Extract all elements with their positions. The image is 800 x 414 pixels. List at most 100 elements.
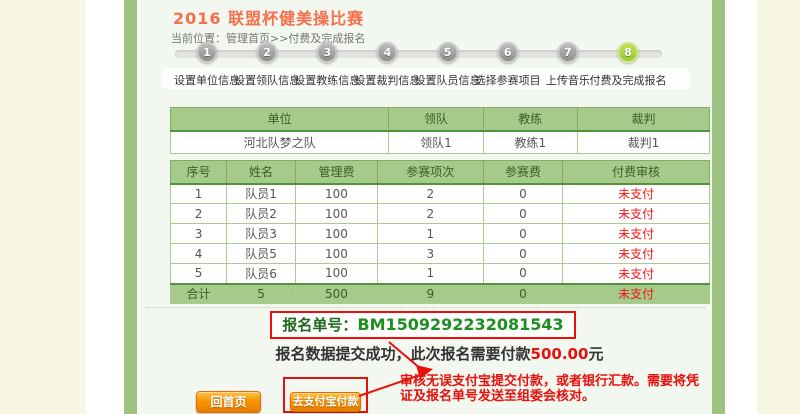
- table-cell: 队员1: [227, 184, 296, 204]
- table-cell: 0: [483, 284, 563, 304]
- step-label: 设置教练信息: [294, 72, 360, 88]
- table-cell: 100: [296, 204, 378, 224]
- step-circle-3: 3: [317, 42, 338, 63]
- table-cell: 500: [296, 284, 378, 304]
- table-row: 3队员310010未支付: [171, 224, 710, 244]
- table-cell: 3: [377, 244, 483, 264]
- table-row: 4队员510030未支付: [171, 244, 710, 264]
- step-label: 设置领队信息: [234, 72, 300, 88]
- step-5: 5 设置队员信息: [417, 41, 479, 89]
- step-4: 4 设置裁判信息: [356, 41, 418, 89]
- table-cell: 2: [377, 204, 483, 224]
- step-3: 3 设置教练信息: [296, 41, 358, 89]
- annotation-line-2: 证及报名单号发送至组委会核对。: [400, 389, 715, 404]
- table-cell: 2: [377, 184, 483, 204]
- header-row: 单位领队教练裁判: [171, 108, 710, 131]
- table-cell: 1: [377, 224, 483, 244]
- step-circle-2: 2: [257, 42, 278, 63]
- step-6: 6 选择参赛项目: [477, 41, 539, 89]
- submit-success-message: 报名数据提交成功，此次报名需要付款500.00元: [137, 343, 712, 364]
- table-row: 5队员610010未支付: [171, 264, 710, 284]
- message-suffix: 元: [588, 345, 603, 363]
- header-row: 序号姓名管理费参赛项次参赛费付费审核: [171, 161, 710, 184]
- table-cell: 未支付: [563, 204, 710, 224]
- table-cell: 未支付: [563, 184, 710, 204]
- table-cell: 1: [171, 184, 227, 204]
- table-cell: 0: [483, 264, 563, 284]
- table-cell: 5: [171, 264, 227, 284]
- table-cell: 5: [227, 284, 296, 304]
- total-row: 合计550090未支付: [171, 284, 710, 304]
- table-cell: 100: [296, 224, 378, 244]
- step-circle-8: 8: [617, 42, 638, 63]
- step-label: 付费及完成报名: [589, 72, 666, 88]
- registration-number-value: BM1509292232081543: [357, 315, 563, 334]
- table-cell: 领队1: [389, 131, 483, 154]
- annotation-line-1: 审核无误支付宝提交付款，或者银行汇款。需要将凭: [400, 374, 715, 389]
- content-area: 2016 联盟杯健美操比赛 当前位置：管理首页>>付费及完成报名 1设置单位信息…: [137, 0, 712, 414]
- team-info-table: 单位领队教练裁判河北队梦之队领队1教练1裁判1: [170, 107, 710, 154]
- table-row: 1队员110020未支付: [171, 184, 710, 204]
- column-header: 姓名: [227, 161, 296, 184]
- step-1: 1 设置单位信息: [176, 41, 238, 89]
- page-title: 2016 联盟杯健美操比赛: [173, 5, 364, 29]
- table-cell: 队员2: [227, 204, 296, 224]
- fee-table: 序号姓名管理费参赛项次参赛费付费审核1队员110020未支付2队员210020未…: [170, 160, 710, 304]
- step-2: 2 设置领队信息: [236, 41, 298, 89]
- home-button[interactable]: 回首页: [196, 391, 261, 413]
- table-cell: 0: [483, 224, 563, 244]
- step-circle-4: 4: [377, 42, 398, 63]
- step-label: 设置裁判信息: [354, 72, 420, 88]
- step-label: 设置队员信息: [415, 72, 481, 88]
- step-8: 8付费及完成报名: [597, 41, 659, 89]
- registration-number-label: 报名单号：: [282, 316, 357, 334]
- table-cell: 教练1: [483, 131, 577, 154]
- table-cell: 合计: [171, 284, 227, 304]
- table-row: 河北队梦之队领队1教练1裁判1: [171, 131, 710, 154]
- table-cell: 未支付: [563, 224, 710, 244]
- table-cell: 100: [296, 184, 378, 204]
- content-frame: 2016 联盟杯健美操比赛 当前位置：管理首页>>付费及完成报名 1设置单位信息…: [124, 0, 725, 414]
- table-cell: 0: [483, 204, 563, 224]
- dotted-separator: [145, 307, 705, 308]
- table-cell: 100: [296, 264, 378, 284]
- table-cell: 9: [377, 284, 483, 304]
- table-cell: 裁判1: [577, 131, 709, 154]
- payment-amount: 500.00: [531, 345, 589, 363]
- step-circle-1: 1: [197, 42, 218, 63]
- table-cell: 4: [171, 244, 227, 264]
- table-cell: 队员3: [227, 224, 296, 244]
- step-circle-7: 7: [557, 42, 578, 63]
- table-cell: 0: [483, 244, 563, 264]
- message-prefix: 报名数据提交成功，此次报名需要付款: [276, 345, 531, 363]
- column-header: 单位: [171, 108, 389, 131]
- table-cell: 100: [296, 244, 378, 264]
- table-cell: 0: [483, 184, 563, 204]
- table-cell: 3: [171, 224, 227, 244]
- step-circle-6: 6: [497, 42, 518, 63]
- table-cell: 未支付: [563, 284, 710, 304]
- column-header: 教练: [483, 108, 577, 131]
- annotation-note: 审核无误支付宝提交付款，或者银行汇款。需要将凭 证及报名单号发送至组委会核对。: [400, 374, 715, 404]
- wizard-stepper: 1 设置单位信息 2 设置领队信息 3 设置教练信息 4 设置裁判信息 5 设置队员信息 6 选择参赛…: [137, 41, 712, 91]
- table-cell: 队员6: [227, 264, 296, 284]
- table-cell: 河北队梦之队: [171, 131, 389, 154]
- table-row: 2队员210020未支付: [171, 204, 710, 224]
- column-header: 领队: [389, 108, 483, 131]
- step-label: 设置单位信息: [174, 72, 240, 88]
- site-wrapper: 2016 联盟杯健美操比赛 当前位置：管理首页>>付费及完成报名 1设置单位信息…: [86, 0, 757, 414]
- alipay-pay-button[interactable]: 去支付宝付款: [290, 392, 361, 412]
- column-header: 参赛费: [483, 161, 563, 184]
- table-cell: 未支付: [563, 264, 710, 284]
- table-cell: 未支付: [563, 244, 710, 264]
- step-label: 选择参赛项目: [475, 72, 541, 88]
- table-cell: 队员5: [227, 244, 296, 264]
- column-header: 裁判: [577, 108, 709, 131]
- registration-number-box: 报名单号：BM1509292232081543: [270, 311, 576, 339]
- table-cell: 1: [377, 264, 483, 284]
- step-label: 上传音乐: [546, 72, 590, 88]
- column-header: 管理费: [296, 161, 378, 184]
- column-header: 付费审核: [563, 161, 710, 184]
- step-circle-5: 5: [437, 42, 458, 63]
- column-header: 参赛项次: [377, 161, 483, 184]
